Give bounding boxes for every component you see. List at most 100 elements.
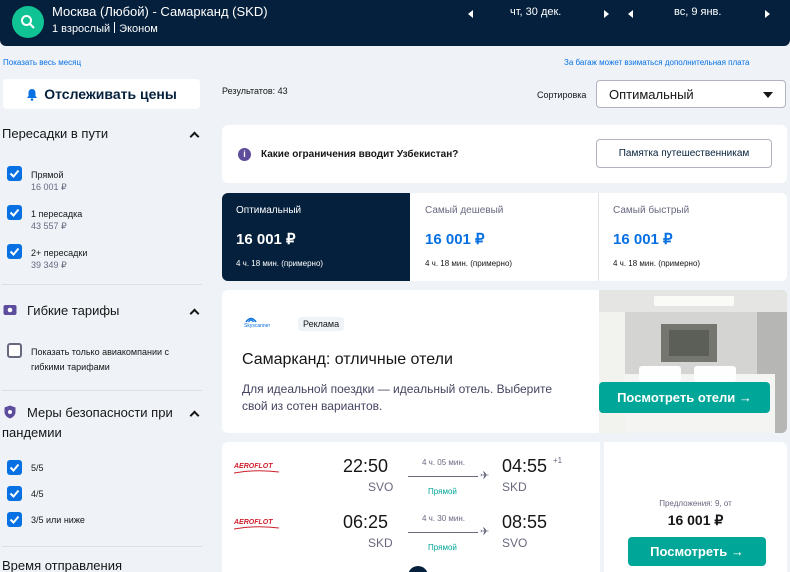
tab-duration: 4 ч. 18 мин. (примерно) <box>236 259 324 268</box>
arrival-time: 08:55 <box>502 512 548 532</box>
chevron-up-icon[interactable] <box>189 410 200 421</box>
tab-fastest[interactable]: Самый быстрый 16 001 ₽ 4 ч. 18 мин. (при… <box>599 193 787 281</box>
tab-price: 16 001 ₽ <box>236 231 296 248</box>
track-prices-label: Отслеживать цены <box>44 86 177 102</box>
shield-icon <box>4 405 16 419</box>
aeroflot-logo: AEROFLOT <box>234 463 273 470</box>
safety-filter-title-line2: пандемии <box>2 425 62 440</box>
stops-option-price: 39 349 ₽ <box>31 260 67 270</box>
info-icon: i <box>238 148 251 161</box>
flexible-ticket-icon <box>3 305 17 315</box>
tab-title: Оптимальный <box>236 205 302 216</box>
price-panel: Предложения: 9, от 16 001 ₽ Посмотреть → <box>604 442 787 572</box>
next-depart-date-icon[interactable] <box>604 10 609 18</box>
chevron-down-icon <box>763 92 773 98</box>
travel-memo-button[interactable]: Памятка путешественникам <box>596 139 772 168</box>
safety-option-label: 5/5 <box>31 463 44 473</box>
flexible-option-line2: гибкими тарифами <box>31 362 110 372</box>
sort-value: Оптимальный <box>609 87 694 102</box>
chevron-up-icon[interactable] <box>189 308 200 319</box>
safety-5-checkbox[interactable] <box>7 460 22 475</box>
baggage-note-link[interactable]: За багаж может взиматься дополнительная … <box>564 58 749 67</box>
departure-airport: SVO <box>368 480 394 494</box>
sort-label: Сортировка <box>537 90 587 100</box>
ad-title: Самарканд: отличные отели <box>242 351 453 368</box>
stops-one-checkbox[interactable] <box>7 205 22 220</box>
route-line <box>408 532 478 533</box>
tab-title: Самый быстрый <box>613 205 690 216</box>
flight-price: 16 001 ₽ <box>667 512 724 528</box>
return-date[interactable]: вс, 9 янв. <box>674 6 721 18</box>
ad-badge: Реклама <box>298 317 345 331</box>
safety-option-label: 4/5 <box>31 489 44 499</box>
route-text: Москва (Любой) - Самарканд (SKD) <box>52 4 268 19</box>
tab-cheapest[interactable]: Самый дешевый 16 001 ₽ 4 ч. 18 мин. (при… <box>410 193 599 281</box>
prev-depart-date-icon[interactable] <box>468 10 473 18</box>
view-flight-button[interactable]: Посмотреть → <box>628 537 766 566</box>
stops-option-label: Прямой <box>31 170 64 180</box>
departure-time: 22:50 <box>343 456 389 476</box>
ad-text-line1: Для идеальной поездки — идеальный отель.… <box>242 382 553 396</box>
info-question: Какие ограничения вводит Узбекистан? <box>261 149 459 160</box>
arrival-airport: SVO <box>502 536 528 550</box>
stops-filter-title[interactable]: Пересадки в пути <box>2 126 108 141</box>
chevron-up-icon[interactable] <box>189 131 200 142</box>
arrival-time: 04:55 <box>502 456 548 476</box>
tab-duration: 4 ч. 18 мин. (примерно) <box>425 259 513 268</box>
route-line <box>408 476 478 477</box>
tab-optimal[interactable]: Оптимальный 16 001 ₽ 4 ч. 18 мин. (приме… <box>222 193 410 281</box>
plane-icon: ✈ <box>480 526 490 538</box>
info-banner: i Какие ограничения вводит Узбекистан? П… <box>222 125 787 183</box>
offers-text: Предложения: 9, от <box>659 499 732 508</box>
stops-option-price: 16 001 ₽ <box>31 182 67 192</box>
skyscanner-logo: Skyscanner <box>244 323 271 329</box>
aeroflot-logo-icon <box>234 470 279 474</box>
stops-direct-checkbox[interactable] <box>7 166 22 181</box>
cabin-text: Эконом <box>119 23 158 35</box>
departure-airport: SKD <box>368 536 393 550</box>
bell-icon <box>27 88 38 101</box>
day-offset: +1 <box>553 456 563 465</box>
departure-time-filter-title[interactable]: Время отправления <box>2 558 122 572</box>
sort-select[interactable]: Оптимальный <box>596 80 786 108</box>
stops-two-plus-checkbox[interactable] <box>7 244 22 259</box>
stops-text: Прямой <box>428 487 457 496</box>
hotel-ad-card[interactable]: Skyscanner Реклама Самарканд: отличные о… <box>222 290 787 433</box>
depart-date[interactable]: чт, 30 дек. <box>510 6 561 18</box>
flexible-filter-title[interactable]: Гибкие тарифы <box>27 303 119 318</box>
aeroflot-logo-icon <box>234 526 279 530</box>
safety-4-checkbox[interactable] <box>7 486 22 501</box>
safety-option-label: 3/5 или ниже <box>31 515 85 525</box>
departure-time: 06:25 <box>343 512 389 532</box>
divider <box>2 546 202 547</box>
flight-result-card[interactable]: AEROFLOT 22:50 SVO 4 ч. 05 мин. ✈ Прямой… <box>222 442 600 572</box>
passengers-text: 1 взрослый <box>52 23 111 35</box>
tab-price: 16 001 ₽ <box>613 231 673 248</box>
stops-text: Прямой <box>428 543 457 552</box>
ad-text-line2: свой из сотен вариантов. <box>242 399 383 413</box>
skyscanner-logo-icon <box>245 317 257 323</box>
stops-option-price: 43 557 ₽ <box>31 221 67 231</box>
tab-price: 16 001 ₽ <box>425 231 485 248</box>
prev-return-date-icon[interactable] <box>628 10 633 18</box>
flexible-option-line1: Показать только авиакомпании с <box>31 347 170 357</box>
plane-icon: ✈ <box>480 470 490 482</box>
next-return-date-icon[interactable] <box>765 10 770 18</box>
safety-filter-title[interactable]: Меры безопасности при <box>27 405 173 420</box>
divider <box>2 284 202 285</box>
passengers-cabin: 1 взрослый Эконом <box>52 22 158 35</box>
show-month-link[interactable]: Показать весь месяц <box>3 58 81 67</box>
flight-duration: 4 ч. 30 мин. <box>422 514 466 523</box>
search-summary-bar[interactable]: Москва (Любой) - Самарканд (SKD) 1 взрос… <box>0 0 790 46</box>
tab-title: Самый дешевый <box>425 205 504 216</box>
search-icon[interactable] <box>12 6 44 38</box>
sort-tabs: Оптимальный 16 001 ₽ 4 ч. 18 мин. (приме… <box>222 193 787 281</box>
safety-3-checkbox[interactable] <box>7 512 22 527</box>
flight-duration: 4 ч. 05 мин. <box>422 458 466 467</box>
view-hotels-button[interactable]: Посмотреть отели → <box>599 382 770 413</box>
results-count: Результатов: 43 <box>222 86 288 96</box>
track-prices-button[interactable]: Отслеживать цены <box>3 79 200 109</box>
divider <box>2 390 202 391</box>
flexible-only-checkbox[interactable] <box>7 343 22 358</box>
stops-option-label: 1 пересадка <box>31 209 83 219</box>
